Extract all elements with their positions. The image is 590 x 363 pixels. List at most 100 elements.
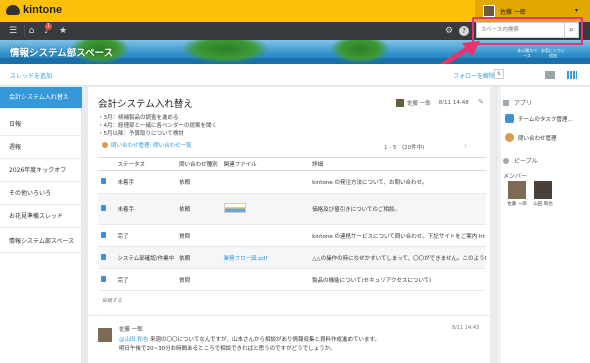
record-cell: [98, 193, 115, 225]
gear-icon[interactable]: ⚙: [442, 25, 456, 37]
type-cell: 依頼: [176, 193, 221, 225]
help-icon[interactable]: ?: [459, 26, 469, 36]
thread-main: 会計システム入れ替え 佐藤 一郎 8/11 14:48 ✎ ・3月：候補製品の調…: [88, 87, 490, 363]
avatar: [396, 99, 404, 107]
thread-title: 会計システム入れ替え: [98, 99, 193, 110]
thread-author: 佐藤 一郎 8/11 14:48: [396, 99, 469, 107]
sidebar-item-daily-report[interactable]: 日報: [0, 114, 82, 136]
sidebar-item-space[interactable]: 情報システム部スペース: [0, 231, 82, 253]
sidebar-item-accounting[interactable]: 会計システム入れ替え: [0, 87, 82, 109]
people-header: ピープル: [503, 156, 538, 165]
thread-bullet: ・5月以降：予算取りについて検討: [98, 131, 184, 137]
table-row[interactable]: 未着手 依頼 価格及び値引きについてのご相談。: [98, 193, 486, 225]
sidebar-item-label: 週報: [9, 144, 22, 151]
sidebar-item-label: お花見準備スレッド: [9, 213, 64, 220]
member-item[interactable]: 山田 和也: [531, 181, 555, 207]
table-row[interactable]: 未着手 依頼 kintone の発注方法について、お問い合わせ。: [98, 170, 486, 194]
sidebar-item-label: 会計システム入れ替え: [9, 94, 69, 101]
apps-header-label: アプリ: [514, 100, 533, 107]
sidebar-item-label: その他いろいろ: [9, 190, 52, 197]
favorite-button[interactable]: お気に入りに追加: [540, 45, 566, 64]
comment-body-line: 明日午後で20~30分お時間あるところで相談できればと思うのですがどうでしょうか…: [119, 346, 336, 352]
document-icon[interactable]: [101, 275, 106, 282]
avatar: [508, 181, 526, 199]
apps-grid-icon: [503, 99, 509, 106]
document-icon[interactable]: [101, 205, 106, 211]
sidebar-item-misc[interactable]: その他いろいろ: [0, 183, 82, 205]
type-cell: 質問: [176, 268, 221, 291]
document-icon[interactable]: [101, 253, 106, 260]
space-search: ⌕: [476, 22, 579, 38]
member-name: 佐藤 一郎: [507, 202, 527, 207]
right-panel: アプリ チームのタスク管理... 問い合わせ管理 ピープル メンバー 佐藤 一郎…: [496, 87, 590, 363]
home-icon[interactable]: ⌂: [24, 25, 38, 37]
chevron-down-icon: ▾: [574, 7, 578, 14]
table-header-row: ステータス 問い合わせ種別 関連ファイル 詳細: [98, 157, 486, 171]
type-cell: 質問: [176, 224, 221, 247]
edit-icon[interactable]: ✎: [478, 98, 484, 106]
app-item-task[interactable]: チームのタスク管理...: [505, 114, 573, 123]
member-item[interactable]: 佐藤 一郎: [505, 181, 529, 207]
space-title: 情報システム部スペース: [10, 48, 114, 59]
scrollbar[interactable]: [497, 87, 501, 363]
file-link[interactable]: 業務フロー図.pdf: [224, 256, 268, 262]
record-cell: [98, 224, 115, 247]
sidebar-item-kickoff[interactable]: 2026年度キックオフ: [0, 160, 82, 182]
people-header-label: ピープル: [514, 158, 538, 165]
list-view-icon[interactable]: [545, 71, 555, 79]
grid-view-icon[interactable]: [567, 71, 577, 79]
search-icon[interactable]: ⌕: [564, 23, 578, 37]
column-header: ステータス: [114, 157, 177, 171]
chevron-right-icon[interactable]: ›: [464, 141, 467, 150]
pager-text: 1 - 5 (20件中): [384, 145, 425, 151]
column-header: 関連ファイル: [220, 157, 310, 171]
follow-settings-icon[interactable]: ⇅: [494, 69, 504, 79]
file-cell: [220, 268, 310, 291]
sidebar-item-hanami[interactable]: お花見準備スレッド: [0, 206, 82, 228]
space-settings-button[interactable]: 本公開スペース: [516, 45, 538, 64]
unfollow-link[interactable]: フォローを解除: [453, 71, 495, 80]
add-thread-link[interactable]: スレッドを追加: [10, 71, 52, 80]
record-cell: [98, 170, 115, 194]
table-row[interactable]: システム部確認/作業中 依頼 業務フロー図.pdf △△の操作の時になぜかすいて…: [98, 246, 486, 269]
thread-bullet: ・4月：経理部と一緒に各ベンダーの提案を聞く: [98, 123, 218, 129]
comment-body-line: @山田 和也 来週の〇〇についてなんですが、山本さんから相談があり情報収集と資料…: [119, 335, 380, 343]
star-icon[interactable]: ★: [56, 25, 70, 37]
member-name: 山田 和也: [533, 202, 553, 207]
column-header: 問い合わせ種別: [176, 157, 221, 171]
app-item-inquiry[interactable]: 問い合わせ管理: [505, 133, 557, 142]
post-input[interactable]: 投稿する: [102, 297, 122, 304]
thread-bullet: ・3月：候補製品の調査を進める: [98, 115, 179, 121]
table-row[interactable]: 完了 質問 kintone の連携サービスについて問い合わせ。下記サイトをご案内…: [98, 224, 486, 247]
detail-cell: kintone の発注方法について、お問い合わせ。: [309, 170, 486, 194]
type-cell: 依頼: [176, 170, 221, 194]
document-icon[interactable]: [101, 178, 106, 184]
user-name: 佐藤 一郎: [500, 8, 526, 16]
mention-link[interactable]: @山田 和也: [119, 337, 148, 343]
detail-cell: kintone の連携サービスについて問い合わせ。下記サイトをご案内 ht: [309, 224, 486, 247]
kintone-logo[interactable]: kintone: [6, 4, 62, 16]
banner-palm: [330, 40, 390, 64]
menu-icon[interactable]: ☰: [6, 25, 20, 37]
file-cell: [220, 193, 310, 225]
record-cell: [98, 246, 115, 269]
status-cell: 未着手: [114, 170, 177, 194]
column-header: [98, 157, 115, 171]
app-icon: [102, 142, 108, 148]
status-cell: 完了: [114, 224, 177, 247]
space-button-label: 本公開スペース: [517, 48, 537, 58]
embedded-app-link[interactable]: 問い合わせ管理: 問い合わせ一覧: [102, 141, 192, 149]
detail-cell: △△の操作の時になぜかすいてしまって、〇〇ができません。このようl: [309, 246, 486, 269]
file-thumbnail[interactable]: [223, 203, 246, 213]
status-cell: システム部確認/作業中: [114, 246, 177, 269]
space-search-input[interactable]: [477, 23, 562, 37]
status-cell: 未着手: [114, 193, 177, 225]
document-icon[interactable]: [101, 231, 106, 238]
author-name[interactable]: 佐藤 一郎: [407, 99, 431, 107]
members-header-label: メンバー: [503, 173, 528, 180]
members-header: メンバー: [503, 171, 527, 180]
comment-author[interactable]: 佐藤 一郎: [119, 325, 143, 333]
sidebar-item-weekly-report[interactable]: 週報: [0, 137, 82, 159]
table-row[interactable]: 完了 質問 製品の機能について(セキュリアクセスについて): [98, 268, 486, 291]
detail-cell: 価格及び値引きについてのご相談。: [309, 193, 486, 225]
